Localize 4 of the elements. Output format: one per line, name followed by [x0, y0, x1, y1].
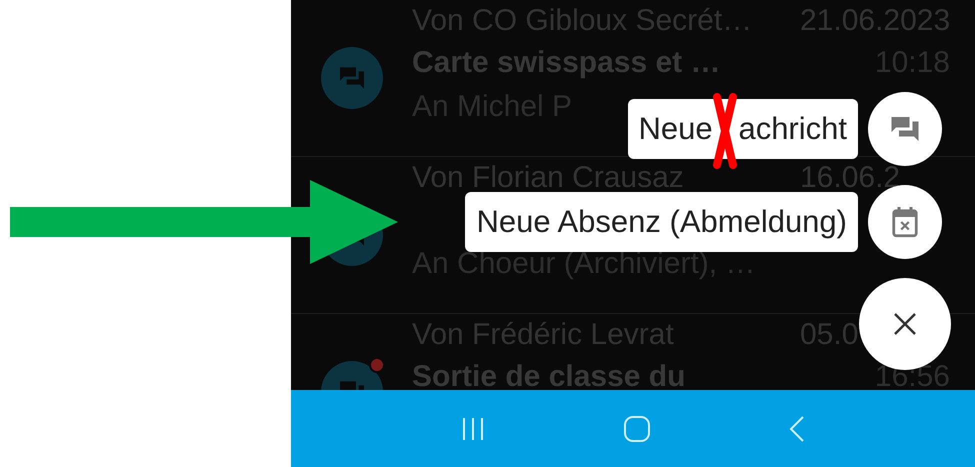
close-icon: [893, 312, 917, 336]
calendar-cross-icon: [890, 205, 920, 239]
action-label[interactable]: Neue achricht: [628, 99, 858, 159]
action-label[interactable]: Neue Absenz (Abmeldung): [465, 192, 858, 252]
